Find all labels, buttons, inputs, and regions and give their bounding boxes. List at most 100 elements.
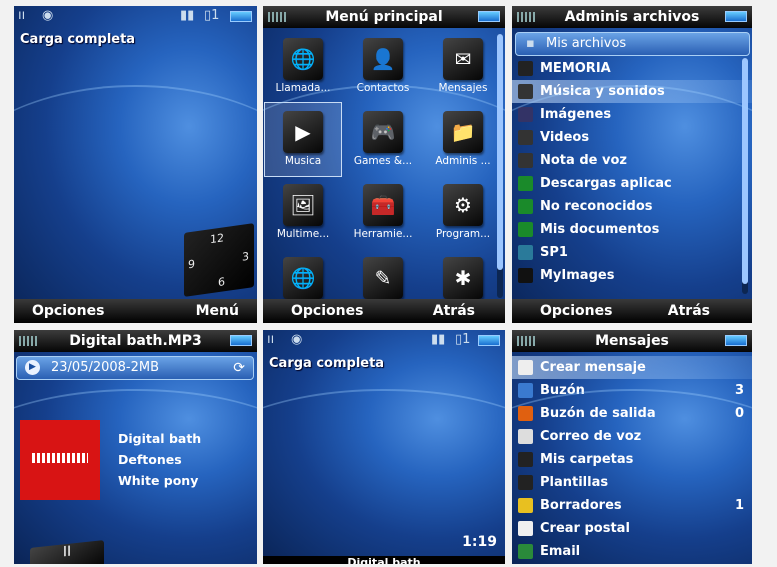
clock-9: 9 bbox=[188, 257, 195, 272]
title-bar: Adminis archivos bbox=[512, 6, 752, 28]
menu-softkey[interactable]: Menú bbox=[196, 299, 239, 323]
battery-charge-icon: ▮▮ bbox=[180, 8, 195, 23]
track-name: Digital bath bbox=[118, 431, 202, 446]
list-item-label: Mis documentos bbox=[540, 222, 660, 237]
my-files-label: Mis archivos bbox=[546, 36, 627, 51]
battery-charge-icon: ▮▮ bbox=[431, 332, 446, 347]
repeat-icon: ⟳ bbox=[233, 360, 245, 376]
item-count: 3 bbox=[734, 383, 744, 398]
options-softkey[interactable]: Opciones bbox=[540, 299, 612, 323]
files-item-nota-de-voz[interactable]: Nota de voz bbox=[512, 149, 752, 172]
menu-item-label: Program... bbox=[435, 228, 491, 240]
messages-item-buzon-de-salida[interactable]: Buzón de salida 0 bbox=[512, 402, 752, 425]
messages-item-crear-postal[interactable]: Crear postal bbox=[512, 517, 752, 540]
list-item-label: Buzón de salida bbox=[540, 406, 656, 421]
globe-icon: ◉ bbox=[42, 8, 54, 23]
track-info: 23/05/2008-2MB bbox=[51, 360, 160, 375]
menu-item-mensajes[interactable]: ✉ Mensajes bbox=[425, 30, 501, 103]
messages-item-crear-mensaje[interactable]: Crear mensaje bbox=[512, 356, 752, 379]
battery-icon bbox=[725, 335, 747, 346]
menu-item-multime[interactable]: 🖼 Multime... bbox=[265, 176, 341, 249]
list-item-label: No reconocidos bbox=[540, 199, 653, 214]
idle-screen: ıı ◉ ▮▮ ▯1 Carga completa 12 9 3 6 Opcio… bbox=[14, 6, 257, 323]
files-item-no-reconocidos[interactable]: No reconocidos bbox=[512, 195, 752, 218]
analog-clock: 12 9 3 6 bbox=[184, 223, 254, 297]
files-item-myimages[interactable]: MyImages bbox=[512, 264, 752, 287]
files-item-imagenes[interactable]: Imágenes bbox=[512, 103, 752, 126]
menu-item-program[interactable]: ⚙ Program... bbox=[425, 176, 501, 249]
menu-item-llamada[interactable]: 🌐 Llamada... bbox=[265, 30, 341, 103]
list-item-label: Videos bbox=[540, 130, 590, 145]
files-item-sp1[interactable]: SP1 bbox=[512, 241, 752, 264]
globe-icon: ◉ bbox=[291, 332, 303, 347]
voicemail-icon bbox=[518, 429, 533, 444]
title-bar: Menú principal bbox=[263, 6, 505, 28]
list-item-label: Crear mensaje bbox=[540, 360, 646, 375]
menu-item-label: Adminis ... bbox=[435, 155, 491, 167]
messages-item-email[interactable]: Email bbox=[512, 540, 752, 563]
signal-icon: ıı bbox=[18, 8, 26, 23]
menu-item-contactos[interactable]: 👤 Contactos bbox=[345, 30, 421, 103]
menu-item-herramie[interactable]: 🧰 Herramie... bbox=[345, 176, 421, 249]
document-icon bbox=[518, 222, 533, 237]
softkey-bar: Opciones Menú bbox=[14, 299, 257, 323]
list-item-label: Mis carpetas bbox=[540, 452, 634, 467]
charge-status: Carga completa bbox=[20, 32, 136, 47]
voice-note-icon bbox=[518, 153, 533, 168]
scrollbar[interactable] bbox=[742, 58, 748, 294]
album-art bbox=[20, 420, 100, 500]
image-icon bbox=[518, 107, 533, 122]
email-icon bbox=[518, 544, 533, 559]
files-item-videos[interactable]: Videos bbox=[512, 126, 752, 149]
softkey-bar: Opciones Atrás bbox=[263, 299, 505, 323]
files-item-descargas-aplicac[interactable]: Descargas aplicac bbox=[512, 172, 752, 195]
signal-icon bbox=[268, 12, 286, 22]
signal-icon bbox=[517, 336, 535, 346]
messages-item-correo-de-voz[interactable]: Correo de voz bbox=[512, 425, 752, 448]
list-item-label: Plantillas bbox=[540, 475, 609, 490]
menu-item-label: Multime... bbox=[276, 228, 330, 240]
back-softkey[interactable]: Atrás bbox=[433, 299, 475, 323]
menu-item-label: Mensajes bbox=[438, 82, 488, 94]
multimedia-icon: 🖼 bbox=[283, 184, 323, 226]
messages-item-borradores[interactable]: Borradores 1 bbox=[512, 494, 752, 517]
menu-title: Menú principal bbox=[325, 9, 443, 25]
globe-icon: 🌐 bbox=[283, 38, 323, 80]
files-item-memoria[interactable]: MEMORIA bbox=[512, 57, 752, 80]
artist-name: Deftones bbox=[118, 452, 182, 467]
back-softkey[interactable]: Atrás bbox=[668, 299, 710, 323]
my-files-header[interactable]: ▪ Mis archivos bbox=[515, 32, 750, 56]
templates-icon bbox=[518, 475, 533, 490]
music-note-icon bbox=[518, 84, 533, 99]
menu-item-label: Llamada... bbox=[275, 82, 331, 94]
track-info-bar[interactable]: ▶ 23/05/2008-2MB ⟳ bbox=[16, 356, 254, 380]
contacts-icon: 👤 bbox=[363, 38, 403, 80]
list-item-label: Borradores bbox=[540, 498, 622, 513]
globe-icon bbox=[518, 245, 533, 260]
sim-icon: ▯1 bbox=[455, 332, 471, 347]
list-item-label: Música y sonidos bbox=[540, 84, 665, 99]
files-item-musica-y-sonidos[interactable]: Música y sonidos bbox=[512, 80, 752, 103]
charge-status: Carga completa bbox=[269, 356, 385, 371]
messages-item-buzon[interactable]: Buzón 3 bbox=[512, 379, 752, 402]
messages-item-plantillas[interactable]: Plantillas bbox=[512, 471, 752, 494]
list-item-label: MEMORIA bbox=[540, 61, 611, 76]
messages-item-mis-carpetas[interactable]: Mis carpetas bbox=[512, 448, 752, 471]
scrollbar[interactable] bbox=[497, 34, 503, 298]
list-item-label: Email bbox=[540, 544, 581, 559]
pause-button[interactable]: II bbox=[30, 540, 104, 564]
menu-item-games[interactable]: 🎮 Games &... bbox=[345, 103, 421, 176]
options-softkey[interactable]: Opciones bbox=[32, 299, 104, 323]
list-item-label: Correo de voz bbox=[540, 429, 642, 444]
gear-icon: ⚙ bbox=[443, 184, 483, 226]
files-item-mis-documentos[interactable]: Mis documentos bbox=[512, 218, 752, 241]
options-softkey[interactable]: Opciones bbox=[291, 299, 363, 323]
messages-icon: ✉ bbox=[443, 38, 483, 80]
player-title: Digital bath.MP3 bbox=[69, 333, 202, 349]
unknown-icon bbox=[518, 199, 533, 214]
list-item-label: MyImages bbox=[540, 268, 615, 283]
playback-time: 1:19 bbox=[462, 534, 497, 550]
menu-item-adminis[interactable]: 📁 Adminis ... bbox=[425, 103, 501, 176]
menu-item-musica[interactable]: ▶ Musica bbox=[264, 102, 342, 177]
signal-icon: ıı bbox=[267, 332, 275, 347]
